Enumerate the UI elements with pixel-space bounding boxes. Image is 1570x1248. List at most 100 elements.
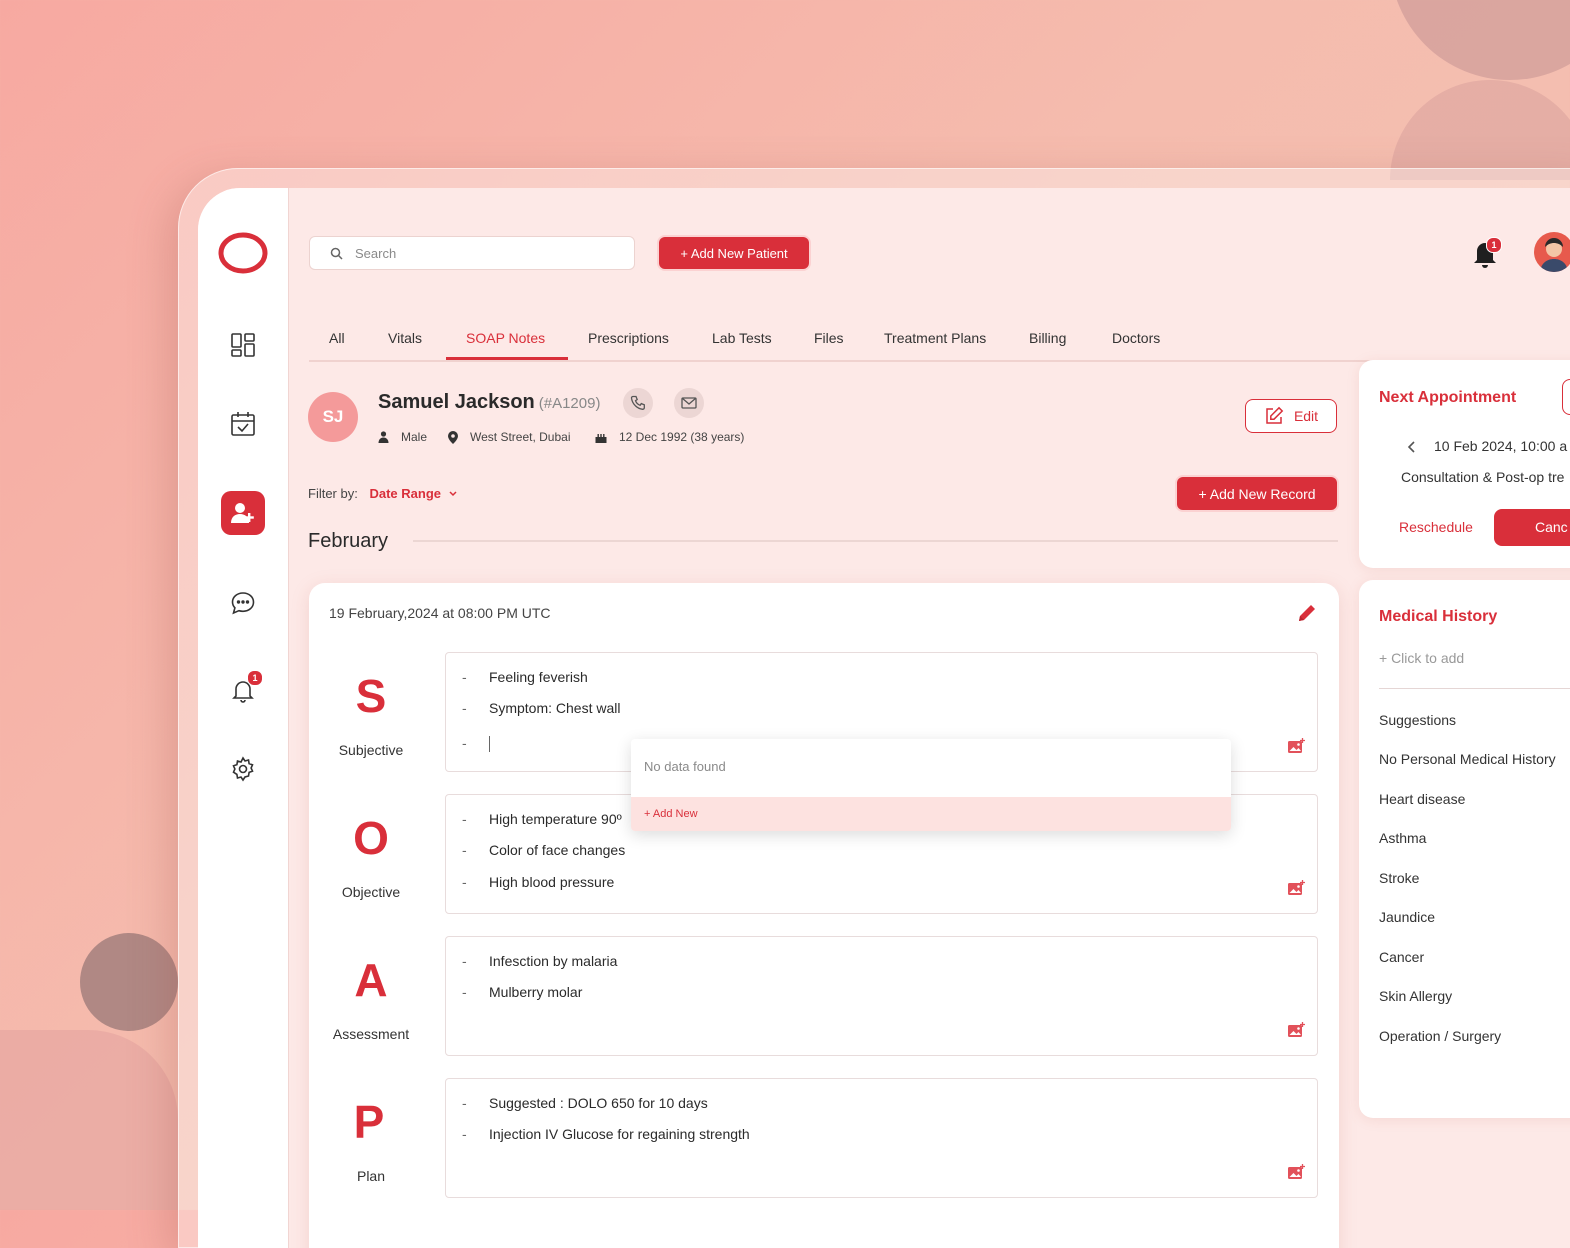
add-new-patient-button[interactable]: + Add New Patient: [659, 237, 809, 269]
medical-history-divider: [1379, 688, 1570, 689]
chat-icon[interactable]: [221, 581, 265, 625]
soap-label-plan: Plan: [356, 1168, 386, 1184]
plan-input-box[interactable]: - Suggested : DOLO 650 for 10 days - Injec…: [445, 1078, 1318, 1198]
phone-icon[interactable]: [623, 388, 653, 418]
medical-history-item[interactable]: Cancer: [1379, 949, 1424, 965]
list-item: - High temperature 90º: [462, 811, 622, 827]
chevron-down-icon: [449, 491, 457, 497]
plan-item-2: Injection IV Glucose for regaining stren…: [489, 1126, 750, 1142]
add-new-option[interactable]: + Add New: [631, 797, 1231, 831]
tab-soap-notes[interactable]: SOAP Notes: [466, 330, 545, 346]
bg-shape-top-right: [1390, 0, 1570, 80]
medical-history-item[interactable]: Asthma: [1379, 830, 1426, 846]
active-tab-indicator: [446, 357, 568, 360]
search-input[interactable]: [353, 244, 617, 262]
filter-label: Filter by:: [308, 486, 358, 501]
patients-icon[interactable]: [221, 491, 265, 535]
tab-prescriptions[interactable]: Prescriptions: [588, 330, 669, 346]
list-item: - Suggested : DOLO 650 for 10 days: [462, 1095, 708, 1111]
edit-label: Edit: [1293, 408, 1319, 424]
chevron-left-icon[interactable]: [1407, 440, 1417, 454]
subjective-item-2: Symptom: Chest wall: [489, 700, 621, 716]
appointment-menu-button[interactable]: [1562, 379, 1570, 415]
medical-history-panel: Medical History + Click to add Suggestio…: [1359, 580, 1570, 1118]
patient-gender-text: Male: [401, 430, 428, 444]
sidebar: 1: [198, 188, 289, 1248]
medical-history-item[interactable]: No Personal Medical History: [1379, 751, 1556, 767]
medical-history-item[interactable]: Heart disease: [1379, 791, 1465, 807]
tab-bar: All Vitals SOAP Notes Prescriptions Lab …: [309, 316, 1570, 362]
tab-billing[interactable]: Billing: [1029, 330, 1066, 346]
list-item: - Feeling feverish: [462, 669, 588, 685]
list-item: - Infesction by malaria: [462, 953, 618, 969]
bg-shape-circle-left: [80, 933, 178, 1031]
tab-doctors[interactable]: Doctors: [1112, 330, 1160, 346]
calendar-icon[interactable]: [221, 402, 265, 446]
tab-treatment-plans[interactable]: Treatment Plans: [884, 330, 986, 346]
month-divider: [413, 540, 1338, 542]
patient-id: (#A1209): [538, 395, 601, 412]
sidebar-notification-badge: 1: [247, 670, 263, 686]
bg-shape-bottom-left: [0, 1030, 178, 1210]
person-icon: [378, 431, 389, 443]
medical-history-item[interactable]: Skin Allergy: [1379, 988, 1452, 1004]
medical-history-item[interactable]: Stroke: [1379, 870, 1419, 886]
appointment-datetime: 10 Feb 2024, 10:00 a: [1434, 438, 1568, 454]
medical-history-item[interactable]: Jaundice: [1379, 909, 1435, 925]
soap-letter-a: A: [354, 954, 388, 1006]
click-to-add[interactable]: + Click to add: [1379, 650, 1464, 666]
add-image-icon[interactable]: [1287, 1164, 1305, 1185]
list-item: - High blood pressure: [462, 874, 615, 890]
patient-address-text: West Street, Dubai: [470, 430, 571, 444]
cancel-button[interactable]: Canc: [1494, 509, 1570, 546]
new-item-input[interactable]: -: [462, 735, 490, 753]
bell-icon[interactable]: 1: [1470, 236, 1502, 272]
search-bar[interactable]: [309, 236, 635, 270]
objective-item-3: High blood pressure: [489, 874, 615, 890]
add-image-icon[interactable]: [1287, 738, 1305, 759]
tab-vitals[interactable]: Vitals: [388, 330, 422, 346]
notifications-icon[interactable]: 1: [221, 668, 265, 712]
logo: [218, 232, 268, 274]
search-icon: [330, 247, 343, 260]
suggestion-dropdown: No data found + Add New: [631, 739, 1231, 831]
add-new-record-button[interactable]: + Add New Record: [1177, 477, 1337, 510]
reschedule-button[interactable]: Reschedule: [1399, 519, 1473, 535]
add-image-icon[interactable]: [1287, 1022, 1305, 1043]
cancel-label: Canc: [1535, 519, 1568, 535]
soap-record-card: 19 February,2024 at 08:00 PM UTC S Subje…: [309, 583, 1339, 1248]
list-item: - Color of face changes: [462, 842, 626, 858]
pencil-icon[interactable]: [1296, 602, 1318, 629]
soap-letter-s: S: [355, 670, 387, 722]
soap-letter-o: O: [353, 812, 389, 864]
main-content: + Add New Patient 1 All Vitals SOAP Note…: [288, 188, 1570, 1248]
email-icon[interactable]: [674, 388, 704, 418]
tab-all[interactable]: All: [329, 330, 345, 346]
list-item: - Injection IV Glucose for regaining stre…: [462, 1126, 750, 1142]
tab-lab-tests[interactable]: Lab Tests: [712, 330, 772, 346]
patient-avatar: SJ: [308, 392, 358, 442]
filter-row: Filter by: Date Range: [308, 486, 458, 501]
patient-name: Samuel Jackson: [378, 391, 535, 413]
settings-icon[interactable]: [221, 747, 265, 791]
patient-dob: 12 Dec 1992 (38 years): [595, 430, 744, 444]
date-range-dropdown[interactable]: Date Range: [369, 486, 457, 501]
user-avatar[interactable]: [1534, 232, 1570, 272]
tab-files[interactable]: Files: [814, 330, 844, 346]
bg-shape-top-right-2: [1390, 80, 1570, 180]
subjective-item-1: Feeling feverish: [489, 669, 588, 685]
list-item: - Symptom: Chest wall: [462, 700, 621, 716]
add-image-icon[interactable]: [1287, 880, 1305, 901]
soap-label-subjective: Subjective: [338, 742, 404, 758]
edit-patient-button[interactable]: Edit: [1245, 399, 1337, 433]
appointment-description: Consultation & Post-op tre: [1401, 469, 1565, 485]
location-pin-icon: [448, 430, 458, 444]
month-heading: February: [308, 530, 389, 552]
next-appointment-title: Next Appointment: [1379, 389, 1517, 406]
assessment-input-box[interactable]: - Infesction by malaria - Mulberry molar: [445, 936, 1318, 1056]
patient-gender: Male: [378, 430, 427, 444]
date-range-value: Date Range: [369, 486, 441, 501]
medical-history-item[interactable]: Operation / Surgery: [1379, 1028, 1501, 1044]
dashboard-icon[interactable]: [221, 323, 265, 367]
soap-label-assessment: Assessment: [332, 1026, 410, 1042]
